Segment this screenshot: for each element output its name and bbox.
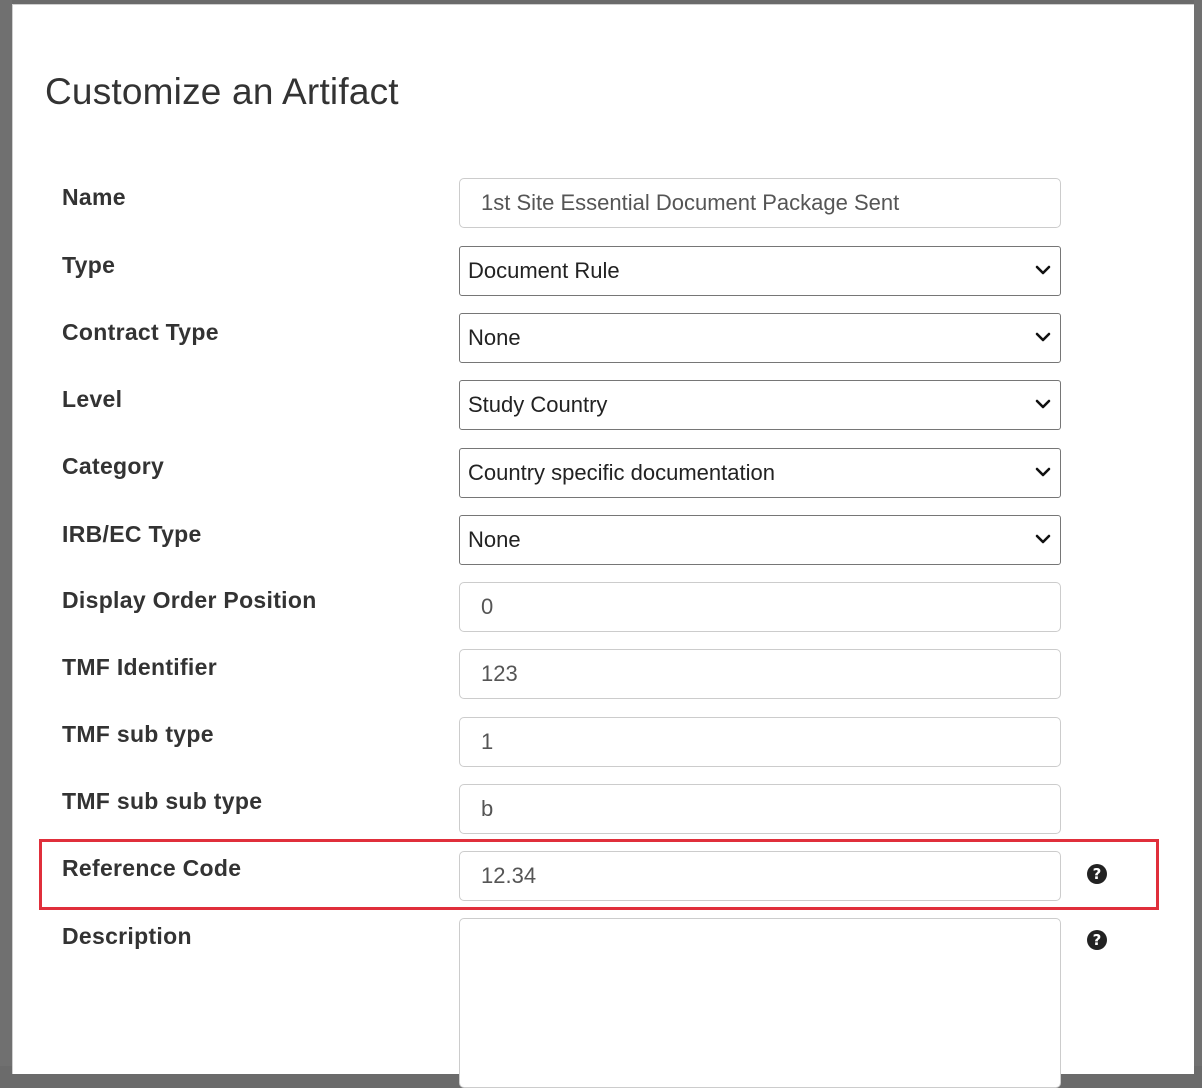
tmf-sub-sub-type-row: TMF sub sub type — [13, 784, 1194, 836]
type-select-value: Document Rule — [468, 258, 620, 283]
tmf-identifier-label: TMF Identifier — [62, 654, 217, 680]
irb-ec-type-row: IRB/EC Type None — [13, 515, 1194, 567]
dialog-title: Customize an Artifact — [45, 71, 399, 112]
category-select[interactable]: Country specific documentation — [459, 448, 1061, 498]
irb-ec-type-select[interactable]: None — [459, 515, 1061, 565]
tmf-identifier-input[interactable] — [459, 649, 1061, 699]
description-label: Description — [62, 923, 192, 949]
chevron-down-icon — [1035, 399, 1051, 409]
display-order-input[interactable] — [459, 582, 1061, 632]
contract-type-row: Contract Type None — [13, 313, 1194, 365]
question-circle-icon[interactable]: ? — [1087, 930, 1107, 950]
name-input[interactable] — [459, 178, 1061, 228]
category-select-value: Country specific documentation — [468, 460, 775, 485]
modal-backdrop-left — [0, 0, 12, 1066]
tmf-identifier-row: TMF Identifier — [13, 649, 1194, 701]
contract-type-select[interactable]: None — [459, 313, 1061, 363]
contract-type-label: Contract Type — [62, 319, 219, 345]
tmf-sub-type-input[interactable] — [459, 717, 1061, 767]
chevron-down-icon — [1035, 534, 1051, 544]
tmf-sub-sub-type-input[interactable] — [459, 784, 1061, 834]
chevron-down-icon — [1035, 467, 1051, 477]
level-select[interactable]: Study Country — [459, 380, 1061, 430]
contract-type-select-value: None — [468, 325, 521, 350]
chevron-down-icon — [1035, 265, 1051, 275]
type-row: Type Document Rule — [13, 245, 1194, 297]
name-label: Name — [62, 184, 126, 210]
type-select[interactable]: Document Rule — [459, 246, 1061, 296]
irb-ec-type-label: IRB/EC Type — [62, 521, 202, 547]
level-row: Level Study Country — [13, 380, 1194, 432]
tmf-sub-type-label: TMF sub type — [62, 721, 214, 747]
level-label: Level — [62, 386, 123, 412]
irb-ec-type-select-value: None — [468, 527, 521, 552]
category-row: Category Country specific documentation — [13, 448, 1194, 500]
customize-artifact-dialog: Customize an Artifact Name Type Document… — [12, 4, 1194, 1088]
category-label: Category — [62, 453, 165, 479]
description-textarea[interactable] — [459, 918, 1061, 1088]
tmf-sub-type-row: TMF sub type — [13, 717, 1194, 769]
level-select-value: Study Country — [468, 392, 608, 417]
tmf-sub-sub-type-label: TMF sub sub type — [62, 788, 263, 814]
name-row: Name — [13, 178, 1194, 231]
type-label: Type — [62, 252, 116, 278]
modal-backdrop-right — [1194, 0, 1202, 1066]
chevron-down-icon — [1035, 332, 1051, 342]
reference-code-highlight — [39, 839, 1159, 910]
display-order-label: Display Order Position — [62, 587, 317, 613]
display-order-row: Display Order Position — [13, 582, 1194, 634]
